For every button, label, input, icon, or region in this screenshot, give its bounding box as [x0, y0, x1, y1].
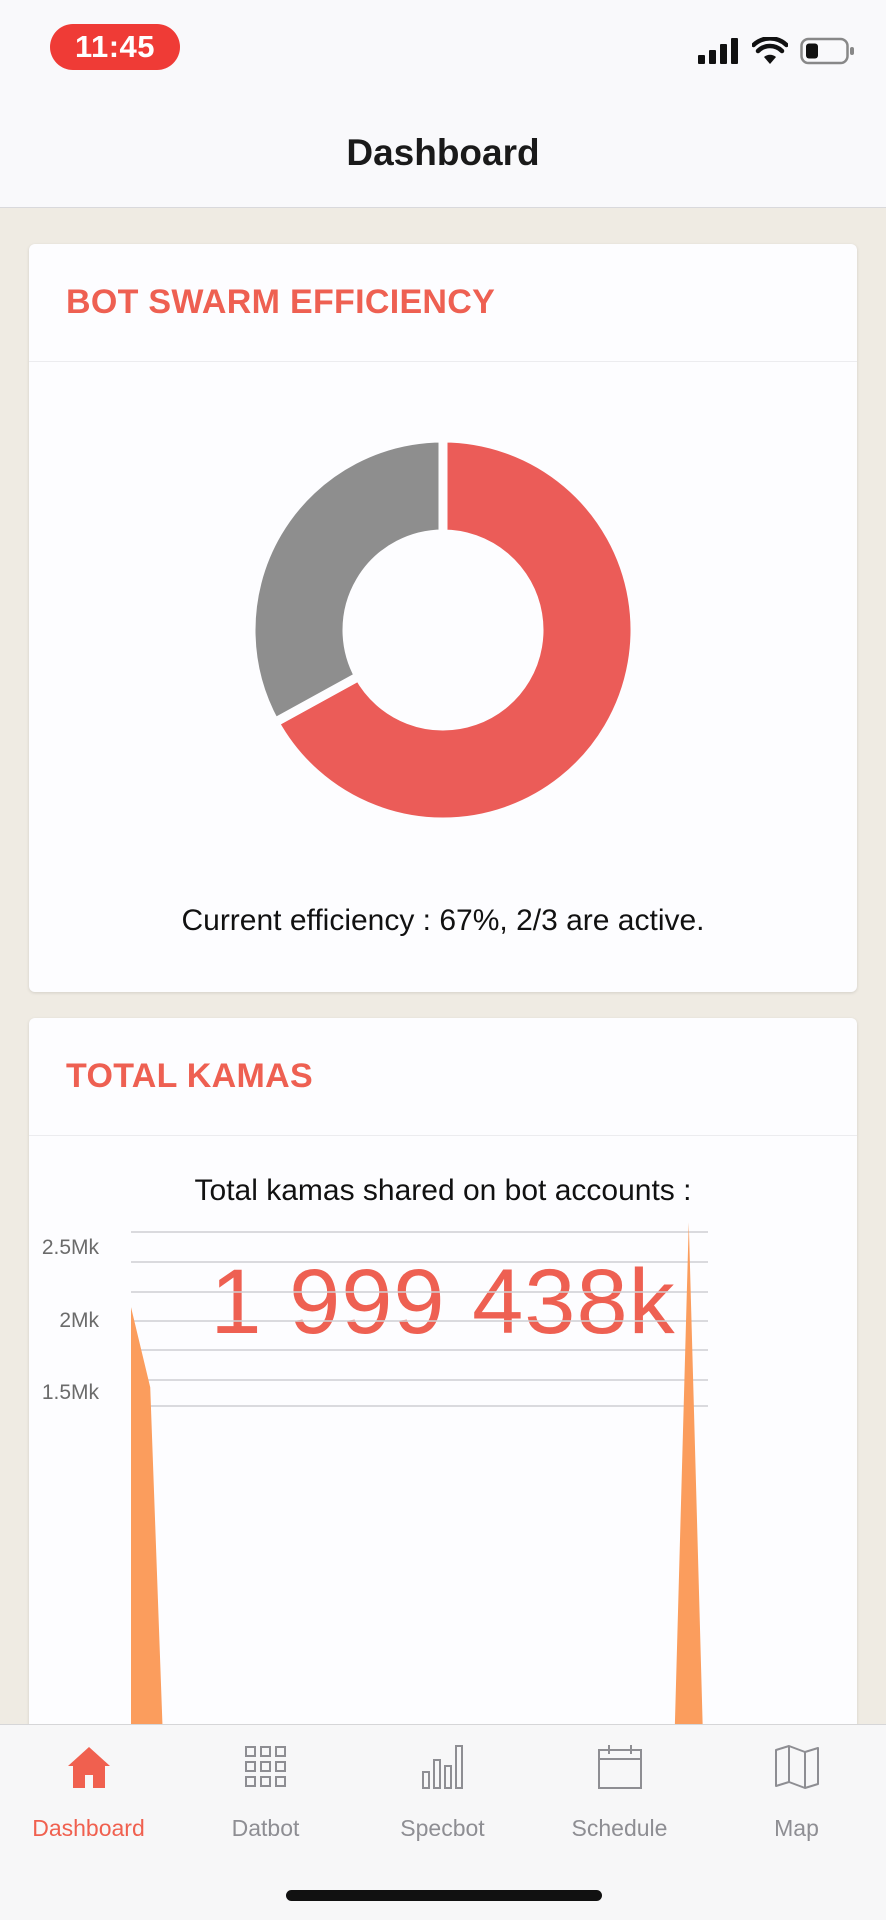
home-indicator	[286, 1890, 602, 1901]
tab-schedule[interactable]: Schedule	[531, 1739, 708, 1842]
tab-specbot[interactable]: Specbot	[354, 1739, 531, 1842]
efficiency-card: BOT SWARM EFFICIENCY Current efficiency …	[29, 244, 857, 992]
tab-datbot[interactable]: Datbot	[177, 1739, 354, 1842]
efficiency-card-header: BOT SWARM EFFICIENCY	[29, 244, 857, 362]
donut-slice-inactive	[246, 433, 448, 729]
chart-grid	[131, 1231, 708, 1407]
bar-chart-icon	[421, 1745, 463, 1789]
page-title: Dashboard	[346, 132, 540, 173]
efficiency-card-title: BOT SWARM EFFICIENCY	[66, 283, 496, 321]
signal-icon	[698, 38, 738, 64]
status-bar: 11:45	[0, 0, 886, 92]
status-icons	[698, 34, 856, 68]
battery-icon	[800, 37, 854, 65]
tab-label: Map	[774, 1815, 819, 1841]
tab-label: Datbot	[231, 1815, 300, 1841]
tab-label: Schedule	[571, 1815, 668, 1841]
tab-label: Dashboard	[32, 1815, 145, 1841]
efficiency-donut-chart	[246, 433, 640, 827]
map-icon	[774, 1745, 819, 1789]
y-tick-label: 2Mk	[59, 1309, 99, 1332]
efficiency-caption: Current efficiency : 67%, 2/3 are active…	[181, 904, 705, 937]
home-icon	[67, 1747, 110, 1788]
tab-label: Specbot	[400, 1815, 485, 1841]
calendar-icon	[597, 1745, 642, 1789]
navigation-bar: Dashboard	[0, 92, 886, 208]
y-tick-label: 1.5Mk	[42, 1381, 100, 1404]
tab-map[interactable]: Map	[708, 1739, 885, 1842]
y-tick-label: 2.5Mk	[42, 1236, 100, 1259]
wifi-icon	[752, 37, 788, 64]
grid-icon	[244, 1746, 286, 1787]
tab-dashboard[interactable]: Dashboard	[0, 1739, 177, 1842]
status-time: 11:45	[50, 24, 180, 70]
